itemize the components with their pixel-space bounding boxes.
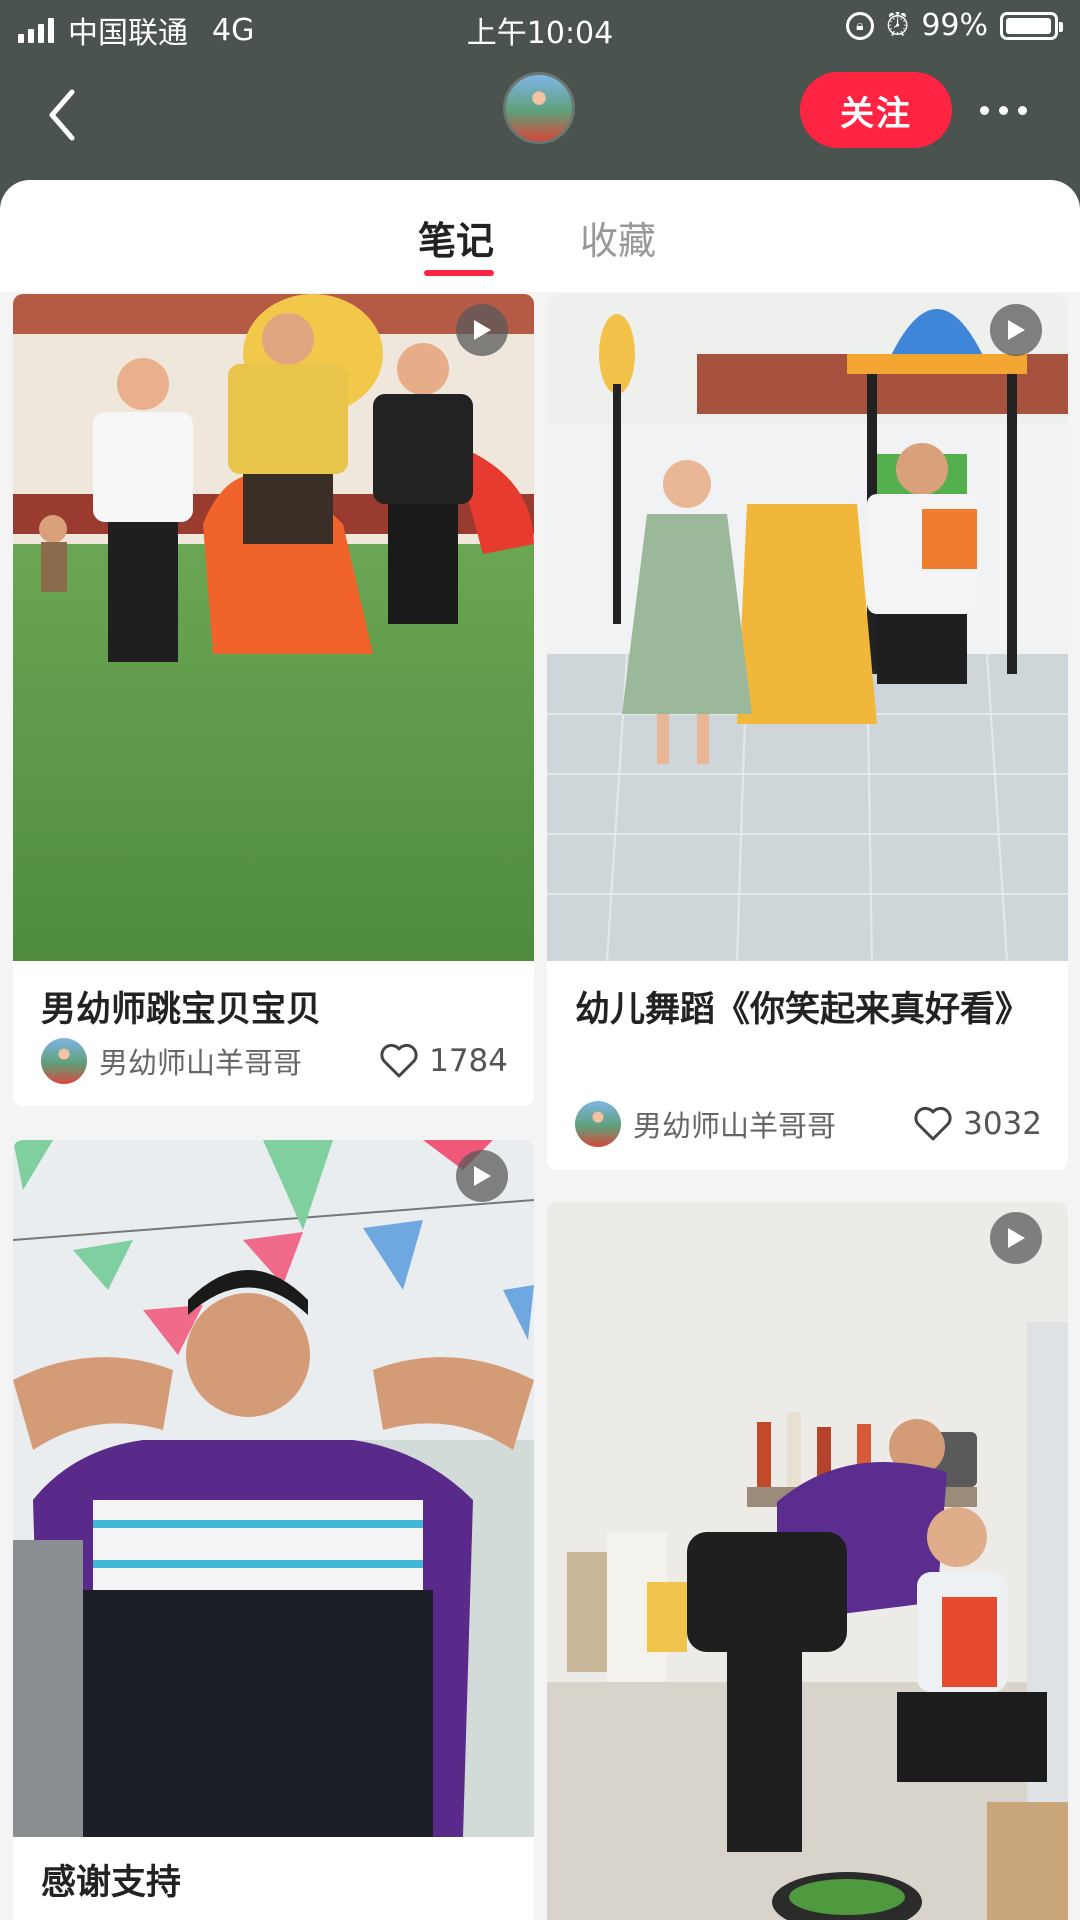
active-tab-indicator <box>424 270 494 276</box>
note-title: 幼儿舞蹈《你笑起来真好看》 <box>575 990 1031 1030</box>
battery-icon <box>1000 11 1063 40</box>
battery-percent: 99% <box>921 8 988 43</box>
follow-button[interactable]: 关注 <box>800 72 952 148</box>
note-title: 男幼师跳宝贝宝贝 <box>41 990 322 1030</box>
like-button[interactable]: 1784 <box>379 1043 508 1079</box>
tab-notes[interactable]: 笔记 <box>418 210 494 265</box>
heart-icon <box>914 1106 952 1141</box>
tab-collections[interactable]: 收藏 <box>580 210 656 265</box>
note-cover-image <box>547 294 1068 961</box>
note-cover-image <box>13 294 534 961</box>
profile-content-sheet: 笔记 收藏 男幼师跳宝贝宝贝 男幼师山羊哥哥 1784 幼儿舞蹈《你笑起来真好看… <box>0 180 1080 1920</box>
rotation-lock-icon: 🔒︎ <box>845 11 874 40</box>
note-card[interactable]: 幼儿舞蹈《你笑起来真好看》 男幼师山羊哥哥 3032 <box>547 294 1068 1170</box>
status-bar: 中国联通 4G 上午10:04 🔒︎ ⏰︎ 99% <box>0 0 1080 54</box>
author-name: 男幼师山羊哥哥 <box>99 1046 303 1080</box>
note-card[interactable] <box>547 1202 1068 1920</box>
note-meta: 男幼师山羊哥哥 1784 <box>41 1036 508 1086</box>
more-options-icon[interactable] <box>980 98 1040 122</box>
alarm-icon: ⏰︎ <box>885 8 910 43</box>
note-card[interactable]: 男幼师跳宝贝宝贝 男幼师山羊哥哥 1784 <box>13 294 534 1106</box>
note-meta: 男幼师山羊哥哥 3032 <box>575 1099 1042 1149</box>
back-button[interactable] <box>38 82 90 148</box>
play-icon <box>990 304 1042 356</box>
chevron-left-icon <box>49 89 75 141</box>
author-avatar <box>575 1101 621 1147</box>
play-icon <box>990 1212 1042 1264</box>
like-count: 1784 <box>429 1043 508 1079</box>
play-icon <box>456 1150 508 1202</box>
heart-icon <box>380 1043 418 1078</box>
play-icon <box>456 304 508 356</box>
tab-bar: 笔记 收藏 <box>0 180 1080 292</box>
note-card[interactable]: 感谢支持 <box>13 1140 534 1920</box>
note-title: 感谢支持 <box>41 1863 182 1903</box>
top-bar: 关注 <box>0 60 1080 168</box>
author-name: 男幼师山羊哥哥 <box>633 1109 837 1143</box>
like-button[interactable]: 3032 <box>913 1106 1042 1142</box>
like-count: 3032 <box>963 1106 1042 1142</box>
note-cover-image <box>547 1202 1068 1920</box>
header-avatar[interactable] <box>503 72 575 144</box>
note-cover-image <box>13 1140 534 1837</box>
author-avatar <box>41 1038 87 1084</box>
